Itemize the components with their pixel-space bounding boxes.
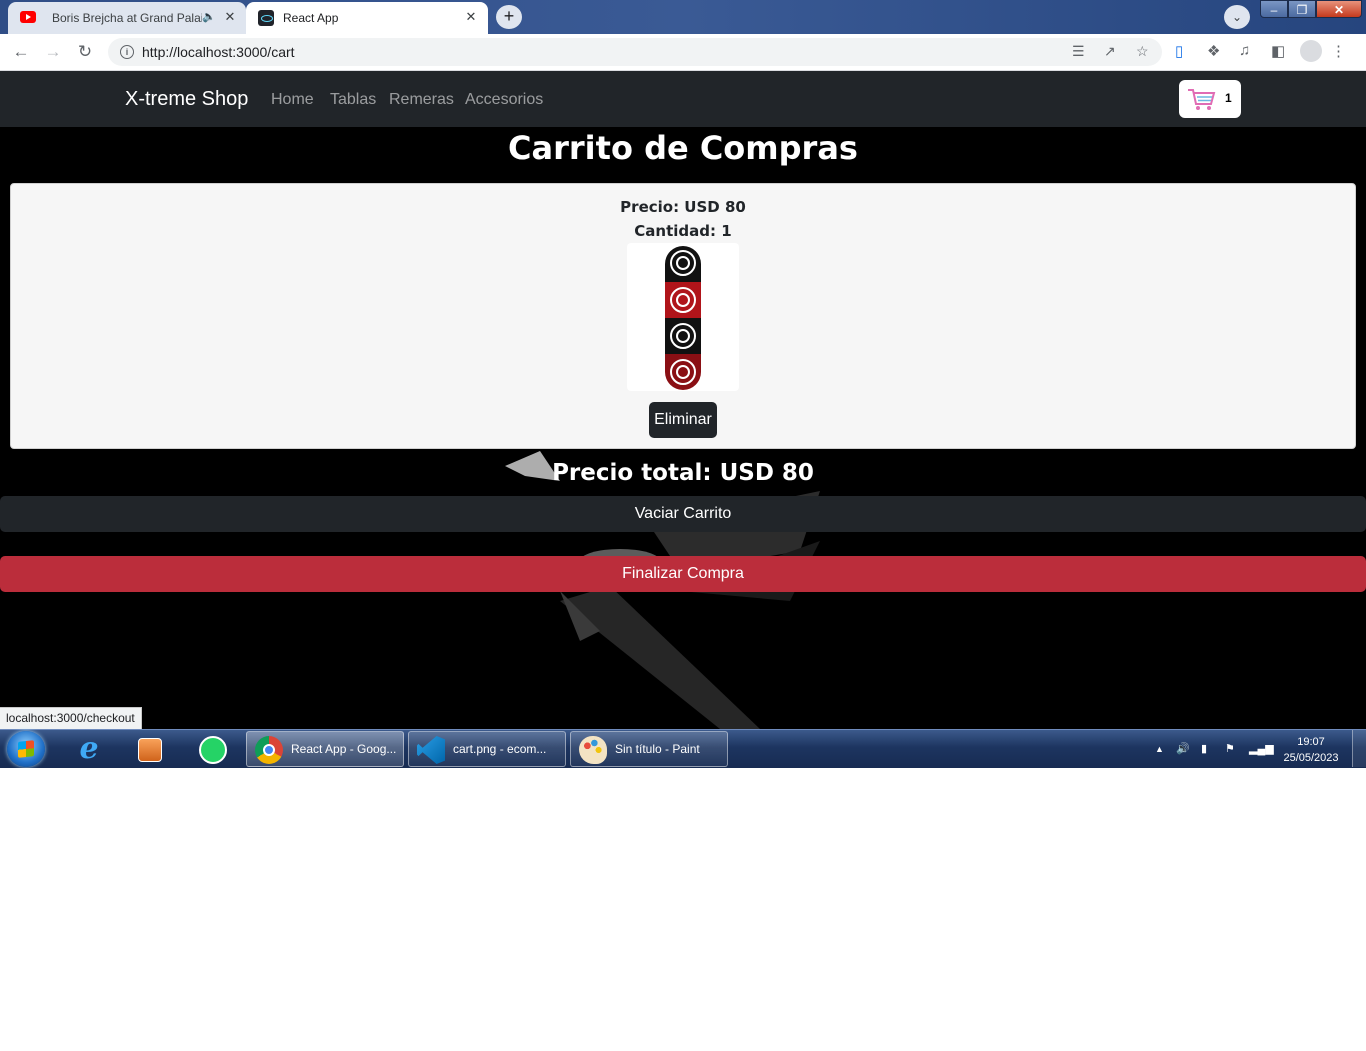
tab-title: React App — [283, 11, 339, 25]
nav-link-home[interactable]: Home — [271, 91, 314, 109]
side-panel-icon[interactable]: ◧ — [1271, 42, 1285, 60]
tray-expand-icon[interactable]: ▲ — [1155, 744, 1164, 754]
checkout-button[interactable]: Finalizar Compra — [0, 556, 1366, 592]
browser-tab-strip: Boris Brejcha at Grand Palais 🔈 ✕ React … — [0, 0, 1366, 34]
kebab-menu-icon[interactable]: ⋮ — [1331, 42, 1346, 60]
taskbar-item-label: React App - Goog... — [291, 742, 397, 756]
nav-link-tablas[interactable]: Tablas — [330, 91, 376, 109]
minimize-button[interactable]: – — [1260, 0, 1288, 18]
tab-search-button[interactable]: ⌄ — [1224, 5, 1250, 29]
taskbar-item-vscode[interactable]: cart.png - ecom... — [408, 731, 566, 767]
windows-taskbar: e React App - Goog... cart.png - ecom...… — [0, 729, 1366, 768]
media-player-icon[interactable] — [133, 733, 167, 765]
close-icon[interactable]: ✕ — [222, 9, 238, 25]
action-center-flag-icon[interactable]: ⚑ — [1225, 742, 1235, 755]
volume-icon[interactable]: 🔊 — [1176, 742, 1190, 755]
cart-widget[interactable]: 1 — [1179, 80, 1241, 118]
taskbar-item-label: Sin título - Paint — [615, 742, 700, 756]
whatsapp-icon[interactable] — [196, 733, 230, 765]
translate-icon[interactable]: ☰ — [1072, 43, 1085, 60]
page-viewport: X-treme Shop Home Tablas Remeras Accesor… — [0, 71, 1366, 729]
vscode-icon — [417, 736, 445, 764]
puzzle-icon[interactable]: ❖ — [1207, 42, 1220, 60]
total-price: Precio total: USD 80 — [552, 460, 814, 486]
empty-cart-button[interactable]: Vaciar Carrito — [0, 496, 1366, 532]
power-icon[interactable]: ▮ — [1201, 742, 1207, 755]
info-icon[interactable]: i — [120, 45, 134, 59]
forward-arrow-icon[interactable]: → — [41, 40, 65, 64]
tab-react-app[interactable]: React App ✕ — [246, 2, 488, 34]
tab-title: Boris Brejcha at Grand Palais — [52, 11, 202, 25]
chrome-icon — [255, 736, 283, 764]
maximize-button[interactable]: ❐ — [1288, 0, 1316, 18]
nav-link-remeras[interactable]: Remeras — [389, 91, 454, 109]
reload-icon[interactable]: ↻ — [73, 40, 97, 64]
taskbar-clock[interactable]: 19:07 25/05/2023 — [1276, 734, 1346, 766]
page-title: Carrito de Compras — [508, 129, 858, 167]
item-price: Precio: USD 80 — [620, 198, 746, 216]
shopping-cart-icon — [1188, 89, 1216, 110]
extension-icon[interactable]: ▯ — [1175, 42, 1183, 60]
profile-avatar-icon[interactable] — [1300, 40, 1322, 62]
clock-time: 19:07 — [1297, 736, 1325, 748]
screen: Boris Brejcha at Grand Palais 🔈 ✕ React … — [0, 0, 1366, 768]
window-close-button[interactable]: ✕ — [1316, 0, 1362, 18]
brand-logo-text[interactable]: X-treme Shop — [125, 88, 248, 111]
media-control-icon[interactable]: ♫ — [1239, 42, 1250, 59]
item-quantity: Cantidad: 1 — [634, 222, 732, 240]
new-tab-button[interactable]: + — [496, 5, 522, 29]
start-button-icon[interactable] — [7, 731, 45, 767]
share-icon[interactable]: ↗ — [1104, 43, 1116, 60]
nav-link-accesorios[interactable]: Accesorios — [465, 91, 543, 109]
youtube-icon — [20, 11, 36, 23]
clock-date: 25/05/2023 — [1283, 752, 1339, 764]
skateboard-deck-image — [627, 243, 739, 391]
browser-toolbar: ← → ↻ i http://localhost:3000/cart ☰ ↗ ☆… — [0, 34, 1366, 71]
url-text[interactable]: http://localhost:3000/cart — [142, 44, 295, 60]
link-status-bubble: localhost:3000/checkout — [0, 707, 142, 730]
react-icon — [258, 10, 274, 26]
cart-item-card: Precio: USD 80 Cantidad: 1 Eliminar — [10, 183, 1356, 449]
navbar: X-treme Shop Home Tablas Remeras Accesor… — [0, 71, 1366, 127]
back-arrow-icon[interactable]: ← — [9, 40, 33, 64]
internet-explorer-icon[interactable]: e — [72, 733, 106, 765]
paint-icon — [579, 736, 607, 764]
taskbar-item-chrome[interactable]: React App - Goog... — [246, 731, 404, 767]
tab-youtube[interactable]: Boris Brejcha at Grand Palais 🔈 ✕ — [8, 2, 246, 34]
cart-count-badge: 1 — [1225, 91, 1232, 105]
show-desktop-button[interactable] — [1352, 730, 1366, 767]
address-bar[interactable]: i http://localhost:3000/cart ☰ ↗ ☆ — [108, 38, 1162, 66]
close-icon[interactable]: ✕ — [463, 9, 479, 25]
network-signal-icon[interactable]: ▂▄▆ — [1249, 742, 1274, 755]
remove-item-button[interactable]: Eliminar — [649, 402, 717, 438]
speaker-icon[interactable]: 🔈 — [202, 10, 216, 23]
bookmark-star-icon[interactable]: ☆ — [1136, 43, 1149, 60]
taskbar-item-paint[interactable]: Sin título - Paint — [570, 731, 728, 767]
taskbar-item-label: cart.png - ecom... — [453, 742, 547, 756]
